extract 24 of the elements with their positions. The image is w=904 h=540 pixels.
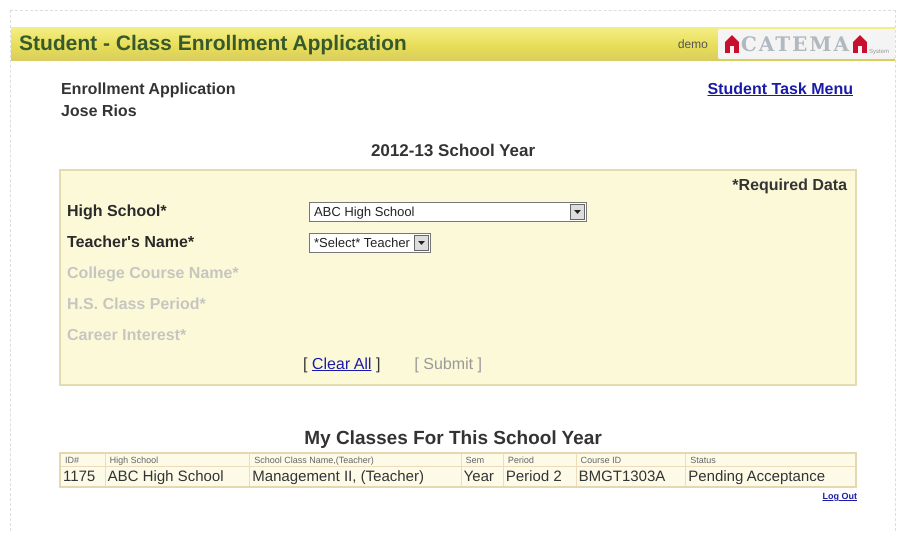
column-header: Course ID [576,453,686,466]
select-field[interactable]: ABC High School [309,202,587,222]
field-label: Teacher's Name* [67,234,196,252]
page-heading: Enrollment Application [61,81,236,99]
column-header: Period [503,453,576,466]
house-icon [724,34,740,54]
classes-title: My Classes For This School Year [303,428,603,450]
column-header: ID# [60,453,106,466]
column-header: School Class Name,(Teacher) [250,453,462,466]
table-cell: ABC High School [105,466,250,487]
table-cell: Year [461,466,504,487]
clear-action[interactable]: [ Clear All ] [303,356,380,374]
logout-link[interactable]: Log Out [822,491,857,501]
task-menu-link[interactable]: Student Task Menu [708,81,853,121]
column-header: Sem [461,453,504,466]
app-title: Student - Class Enrollment Application [19,32,408,56]
username: demo [678,37,708,51]
required-note: *Required Data [732,177,847,195]
column-header: High School [105,453,250,466]
field-label: High School* [67,202,168,220]
school-year-title: 2012-13 School Year [370,141,536,161]
select-field[interactable]: *Select* Teacher [309,232,431,252]
house-icon [852,34,868,54]
student-name: Jose Rios [61,103,138,121]
